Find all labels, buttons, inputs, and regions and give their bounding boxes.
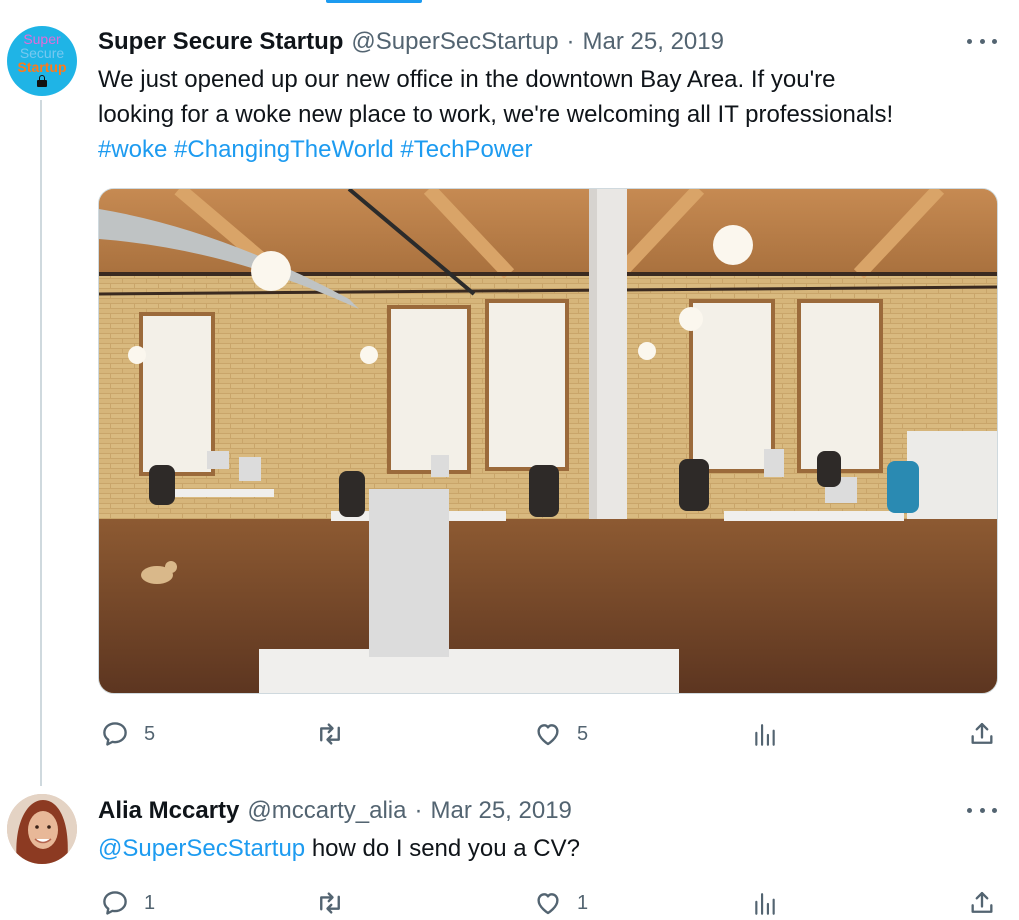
more-icon[interactable] — [967, 31, 997, 51]
separator-dot: · — [414, 797, 423, 824]
avatar-alia-mccarty[interactable] — [7, 794, 77, 864]
author-name[interactable]: Super Secure Startup — [98, 28, 343, 56]
hashtag-link[interactable]: #TechPower — [400, 136, 532, 163]
retweet-icon — [320, 723, 340, 745]
tweet-action-bar: 5 5 — [98, 719, 998, 751]
tweet-text: @SuperSecStartup how do I send you a CV? — [98, 831, 998, 866]
hashtag-link[interactable]: #ChangingTheWorld — [174, 136, 394, 163]
tweet-header: Super Secure Startup @SuperSecStartup · … — [98, 28, 724, 56]
share-button[interactable] — [968, 888, 996, 918]
more-icon[interactable] — [967, 800, 997, 820]
avatar-text: Startup — [17, 59, 67, 75]
author-handle[interactable]: @mccarty_alia — [247, 797, 406, 825]
tweet-text-line: We just opened up our new office in the … — [98, 66, 836, 93]
avatar-super-secure-startup[interactable]: Super Secure Startup — [7, 26, 77, 96]
reply-icon — [103, 891, 127, 915]
like-count: 1 — [577, 891, 589, 914]
reply-count: 1 — [144, 891, 156, 914]
tweet-action-bar: 1 1 — [98, 888, 998, 920]
views-icon — [755, 724, 775, 746]
retweet-button[interactable] — [314, 888, 346, 918]
share-icon — [971, 891, 993, 913]
tweet-text-body: how do I send you a CV? — [311, 835, 580, 862]
tweet-text-line: looking for a woke new place to work, we… — [98, 101, 894, 128]
separator-dot: · — [566, 28, 575, 55]
avatar-text: Secure — [19, 45, 65, 61]
avatar-text: Super — [23, 31, 61, 47]
like-button[interactable]: 5 — [533, 719, 588, 749]
tweet-text: We just opened up our new office in the … — [98, 62, 998, 167]
active-tab-indicator — [326, 0, 422, 3]
like-count: 5 — [577, 722, 589, 745]
views-button[interactable] — [752, 890, 778, 918]
reply-button[interactable]: 5 — [100, 719, 155, 749]
tweet-date[interactable]: Mar 25, 2019 — [430, 797, 571, 825]
author-handle[interactable]: @SuperSecStartup — [351, 28, 558, 56]
lock-icon — [37, 75, 47, 87]
share-button[interactable] — [968, 719, 996, 749]
reply-count: 5 — [144, 722, 156, 745]
thread-connector-line — [40, 100, 42, 786]
retweet-button[interactable] — [314, 719, 346, 749]
like-icon — [537, 893, 559, 915]
hashtag-link[interactable]: #woke — [98, 136, 167, 163]
like-button[interactable]: 1 — [533, 888, 588, 918]
author-name[interactable]: Alia Mccarty — [98, 797, 239, 825]
tweet-header: Alia Mccarty @mccarty_alia · Mar 25, 201… — [98, 797, 572, 825]
mention-link[interactable]: @SuperSecStartup — [98, 835, 305, 862]
views-icon — [755, 893, 775, 915]
retweet-icon — [320, 892, 340, 914]
views-button[interactable] — [752, 721, 778, 749]
like-icon — [537, 724, 559, 746]
hashtag-line: #woke #ChangingTheWorld #TechPower — [98, 132, 998, 167]
share-icon — [971, 722, 993, 744]
reply-button[interactable]: 1 — [100, 888, 155, 918]
tweet-photo[interactable] — [98, 188, 998, 694]
reply-icon — [103, 722, 127, 746]
tweet-date[interactable]: Mar 25, 2019 — [583, 28, 724, 56]
